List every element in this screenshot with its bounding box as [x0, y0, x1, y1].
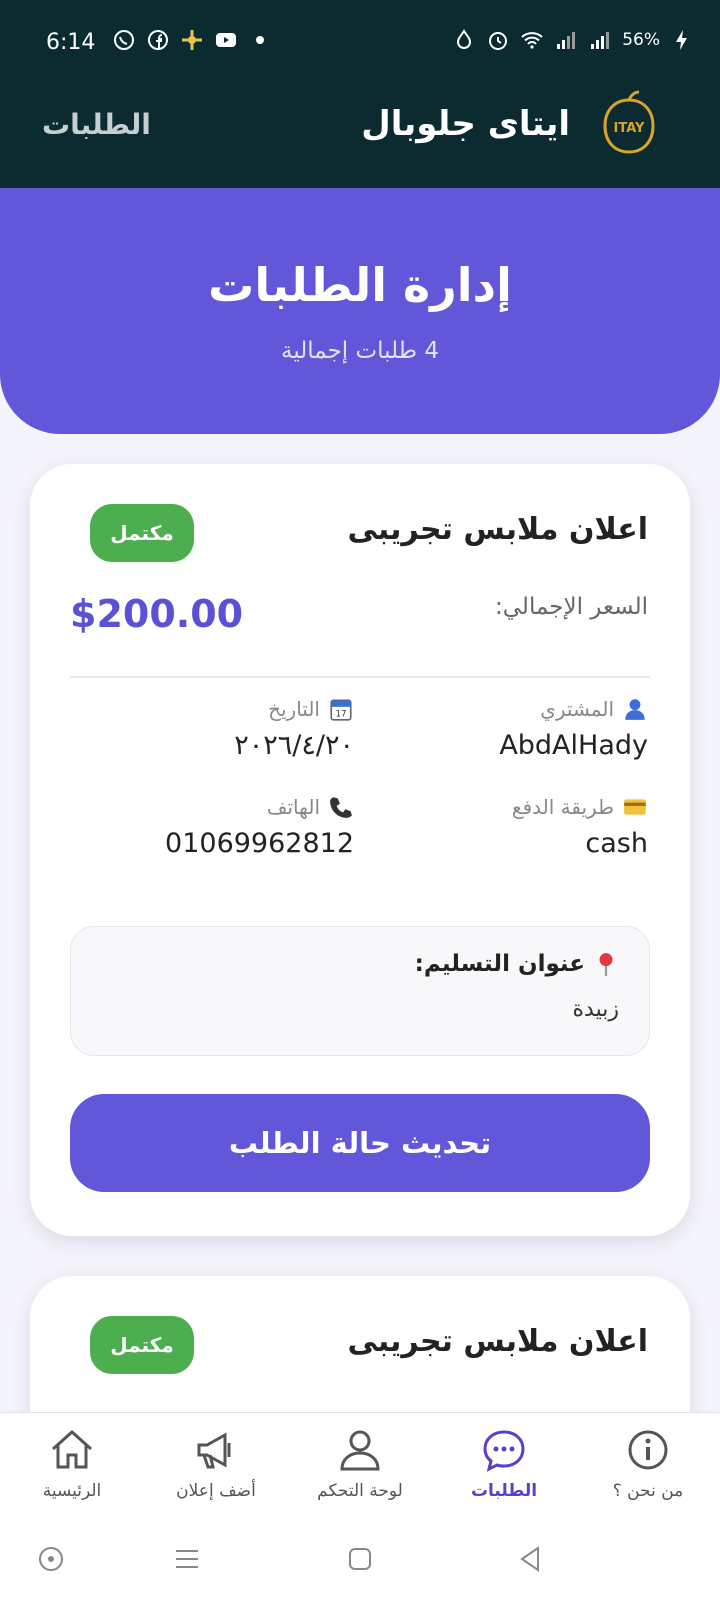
- nav-label: من نحن ؟: [612, 1481, 684, 1501]
- divider: [70, 676, 650, 678]
- back-button-icon[interactable]: [516, 1544, 546, 1574]
- assistant-button-icon[interactable]: [36, 1544, 66, 1574]
- payment-info: طريقة الدفع cash: [368, 794, 648, 859]
- nav-label: لوحة التحكم: [317, 1481, 403, 1501]
- hero-banner: إدارة الطلبات 4 طلبات إجمالية: [0, 188, 720, 434]
- address-box: عنوان التسليم: زبيدة: [70, 926, 650, 1056]
- dot-icon: [256, 36, 264, 44]
- hero-title: إدارة الطلبات: [208, 258, 512, 312]
- orders-count: 4 طلبات إجمالية: [281, 338, 439, 364]
- date-info: 17 التاريخ ٢٠٢٦/٤/٢٠: [74, 696, 354, 761]
- app-bar: الطلبات ايتاى جلوبال ITAY: [0, 86, 720, 190]
- app-icon: [182, 30, 202, 50]
- alarm-icon: [489, 32, 508, 50]
- product-name: اعلان ملابس تجريبى: [347, 1324, 648, 1359]
- product-name: اعلان ملابس تجريبى: [347, 512, 648, 547]
- total-label: السعر الإجمالي:: [495, 594, 648, 620]
- address-label: عنوان التسليم:: [414, 951, 585, 977]
- megaphone-icon: [197, 1432, 231, 1469]
- status-badge: مكتمل: [90, 1316, 194, 1374]
- status-badge: مكتمل: [90, 504, 194, 562]
- address-value: زبيدة: [572, 997, 619, 1022]
- system-nav-bar: [0, 1514, 720, 1600]
- vpn-icon: [457, 29, 472, 49]
- total-value: $200.00: [70, 592, 244, 636]
- phone-label: الهاتف: [266, 795, 320, 819]
- battery-icon: [676, 30, 687, 50]
- notification-icons: [112, 28, 272, 52]
- recent-apps-icon[interactable]: [172, 1544, 202, 1574]
- chat-icon: [483, 1430, 525, 1472]
- credit-card-icon: [624, 799, 646, 815]
- youtube-icon: [216, 33, 236, 47]
- nav-item-about[interactable]: من نحن ؟: [576, 1413, 720, 1515]
- app-logo[interactable]: ITAY: [596, 90, 662, 156]
- nav-item-dashboard[interactable]: لوحة التحكم: [288, 1413, 432, 1515]
- facebook-icon: [148, 30, 168, 50]
- nav-label: الرئيسية: [42, 1481, 102, 1501]
- signal-icon: [591, 32, 610, 49]
- status-time: 6:14: [46, 30, 96, 55]
- svg-text:17: 17: [335, 710, 346, 720]
- app-title: ايتاى جلوبال: [361, 104, 570, 144]
- wifi-icon: [521, 32, 543, 49]
- buyer-info: المشتري AbdAlHady: [368, 696, 648, 761]
- calendar-icon: 17: [330, 699, 352, 721]
- system-icons: 56%: [452, 28, 694, 52]
- phone-icon: [330, 797, 352, 818]
- user-icon: [625, 699, 645, 720]
- nav-item-add-ad[interactable]: أضف إعلان: [144, 1413, 288, 1515]
- signal-icon: [557, 32, 576, 49]
- buyer-label: المشتري: [540, 697, 614, 721]
- whatsapp-icon: [114, 30, 134, 50]
- phone-value[interactable]: 01069962812: [74, 828, 354, 859]
- nav-item-orders[interactable]: الطلبات: [432, 1413, 576, 1515]
- home-icon: [51, 1429, 93, 1469]
- buyer-value: AbdAlHady: [499, 730, 648, 761]
- logo-text: ITAY: [614, 121, 646, 136]
- phone-info: الهاتف 01069962812: [74, 794, 354, 859]
- date-label: التاريخ: [268, 697, 320, 721]
- page-label: الطلبات: [42, 108, 151, 141]
- date-value: ٢٠٢٦/٤/٢٠: [234, 730, 354, 761]
- update-status-button[interactable]: تحديث حالة الطلب: [70, 1094, 650, 1192]
- payment-value: cash: [585, 828, 648, 859]
- nav-label: الطلبات: [470, 1481, 538, 1501]
- status-bar: 6:14 56%: [0, 0, 720, 86]
- battery-percent: 56%: [622, 30, 660, 50]
- bottom-nav: من نحن ؟ الطلبات لوحة التحكم أضف إعلان ا…: [0, 1412, 720, 1515]
- info-icon: [628, 1430, 668, 1470]
- location-pin-icon: [599, 953, 613, 976]
- nav-item-home[interactable]: الرئيسية: [0, 1413, 144, 1515]
- home-button-icon[interactable]: [345, 1544, 375, 1574]
- order-card: اعلان ملابس تجريبى مكتمل السعر الإجمالي:…: [30, 464, 690, 1236]
- payment-label: طريقة الدفع: [511, 795, 614, 819]
- user-icon: [340, 1430, 380, 1471]
- nav-label: أضف إعلان: [176, 1481, 256, 1501]
